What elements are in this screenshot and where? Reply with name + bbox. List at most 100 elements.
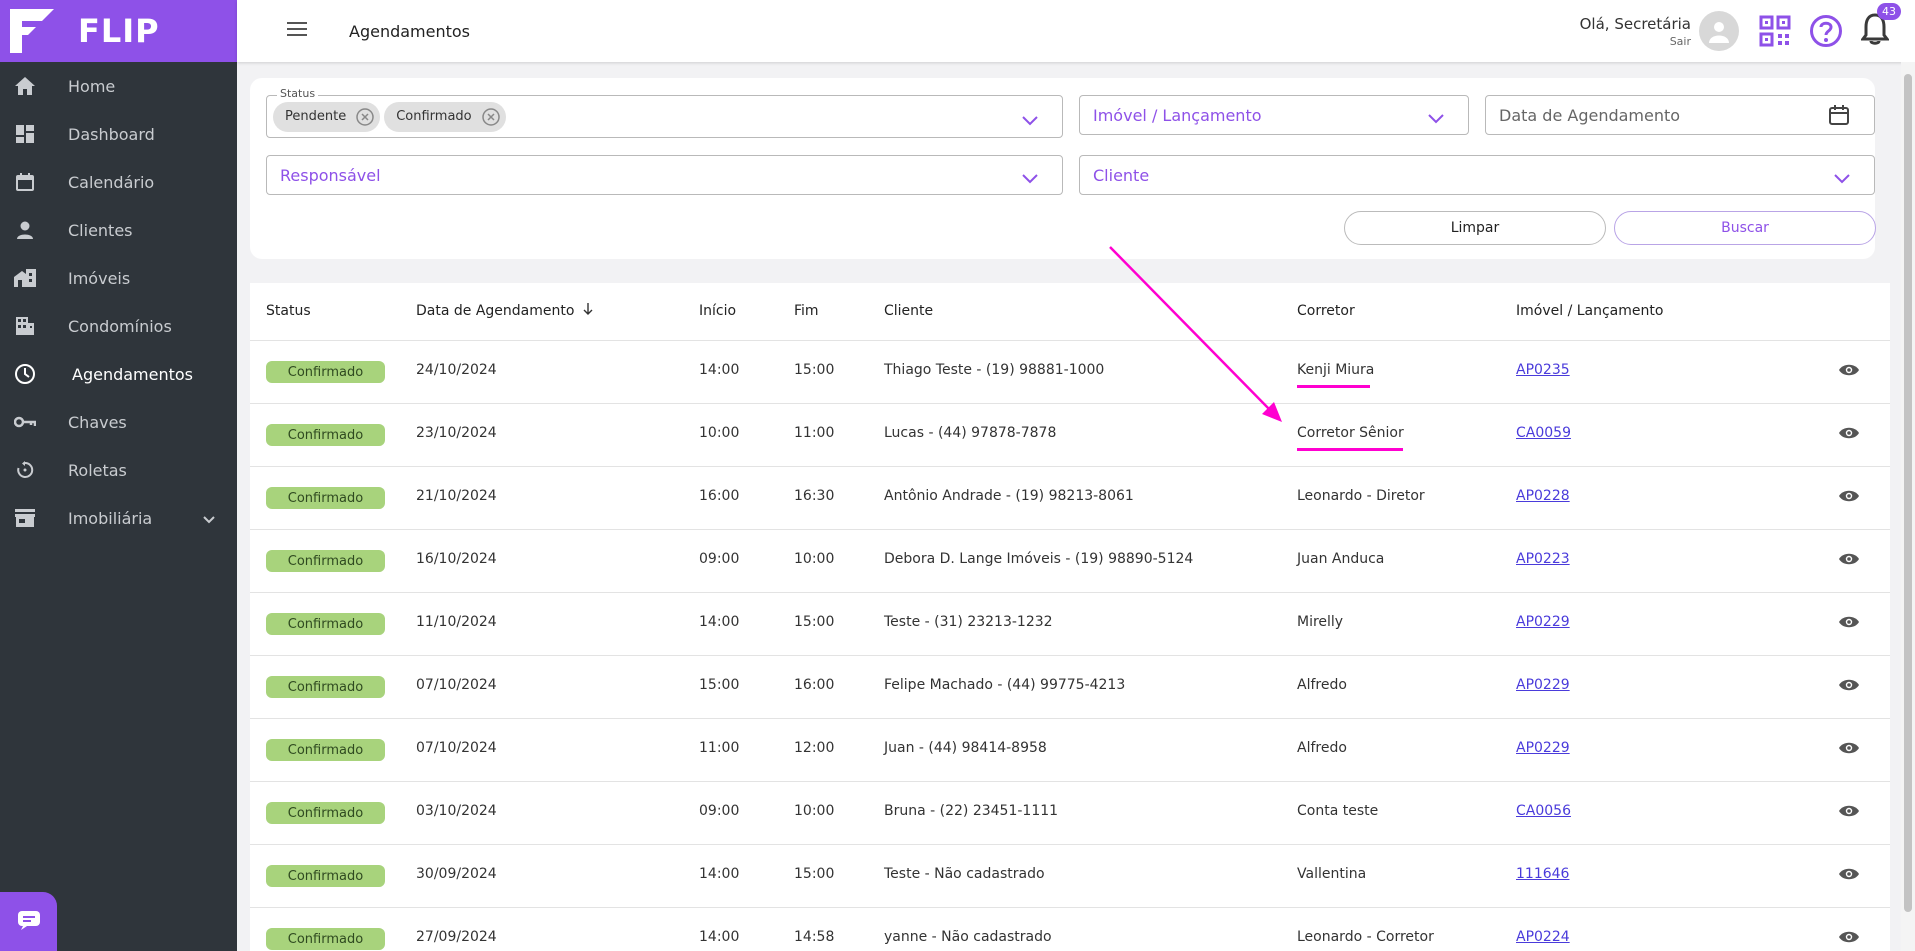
sidebar-item-clientes[interactable]: Clientes <box>0 206 237 254</box>
eye-icon[interactable] <box>1838 552 1860 570</box>
sidebar-item-label: Condomínios <box>68 316 172 336</box>
sidebar-item-imobiliaria[interactable]: Imobiliária <box>0 494 237 542</box>
scrollbar-thumb[interactable] <box>1904 74 1912 912</box>
close-icon[interactable] <box>481 107 500 126</box>
chevron-down-icon[interactable] <box>1022 169 1038 188</box>
cell-client: Teste - Não cadastrado <box>884 866 1045 882</box>
cell-start: 16:00 <box>699 488 740 504</box>
logout-link[interactable]: Sair <box>1580 35 1691 48</box>
key-icon <box>14 411 36 433</box>
eye-icon[interactable] <box>1838 489 1860 507</box>
status-badge: Confirmado <box>266 865 385 887</box>
sidebar-item-roletas[interactable]: Roletas <box>0 446 237 494</box>
cell-client: Juan - (44) 98414-8958 <box>884 740 1047 756</box>
search-button[interactable]: Buscar <box>1614 211 1876 245</box>
eye-icon[interactable] <box>1838 867 1860 885</box>
clear-button[interactable]: Limpar <box>1344 211 1606 245</box>
calendar-icon <box>14 171 36 193</box>
chevron-down-icon[interactable] <box>1428 109 1444 128</box>
cell-broker: Leonardo - Diretor <box>1297 488 1425 504</box>
cell-start: 10:00 <box>699 425 740 441</box>
sidebar-nav: Home Dashboard Calendário Clientes Imóve… <box>0 62 237 542</box>
sidebar-item-label: Calendário <box>68 172 155 192</box>
table-body: Confirmado 24/10/2024 14:00 15:00 Thiago Tes… <box>250 341 1890 951</box>
cell-client: Lucas - (44) 97878-7878 <box>884 425 1057 441</box>
cell-end: 15:00 <box>794 866 835 882</box>
status-multiselect[interactable]: Status Pendente Confirmado <box>266 87 1063 138</box>
column-property[interactable]: Imóvel / Lançamento <box>1516 303 1663 319</box>
property-link[interactable]: AP0229 <box>1516 614 1570 630</box>
eye-icon[interactable] <box>1838 930 1860 948</box>
notifications-button[interactable]: 43 <box>1860 3 1901 49</box>
imovel-select[interactable]: Imóvel / Lançamento <box>1079 95 1469 135</box>
property-link[interactable]: AP0224 <box>1516 929 1570 945</box>
property-link[interactable]: 111646 <box>1516 866 1569 882</box>
property-link[interactable]: AP0223 <box>1516 551 1570 567</box>
close-icon[interactable] <box>356 107 374 126</box>
cell-date: 23/10/2024 <box>416 425 497 441</box>
cell-end: 10:00 <box>794 803 835 819</box>
sidebar-item-agendamentos[interactable]: Agendamentos <box>0 350 237 398</box>
eye-icon[interactable] <box>1838 804 1860 822</box>
logo[interactable]: FLIP <box>0 0 237 62</box>
property-link[interactable]: CA0056 <box>1516 803 1571 819</box>
cell-date: 16/10/2024 <box>416 551 497 567</box>
responsavel-placeholder: Responsável <box>280 165 381 185</box>
cell-end: 10:00 <box>794 551 835 567</box>
sidebar-item-condominios[interactable]: Condomínios <box>0 302 237 350</box>
eye-icon[interactable] <box>1838 426 1860 444</box>
sidebar-item-home[interactable]: Home <box>0 62 237 110</box>
cell-date: 30/09/2024 <box>416 866 497 882</box>
cell-end: 11:00 <box>794 425 835 441</box>
property-link[interactable]: AP0235 <box>1516 362 1570 378</box>
cell-broker: Vallentina <box>1297 866 1367 882</box>
cell-start: 14:00 <box>699 614 740 630</box>
rotate-icon <box>14 459 36 481</box>
chevron-down-icon[interactable] <box>1022 111 1038 130</box>
eye-icon[interactable] <box>1838 678 1860 696</box>
eye-icon[interactable] <box>1838 615 1860 633</box>
property-link[interactable]: AP0228 <box>1516 488 1570 504</box>
scrollbar[interactable] <box>1901 62 1915 951</box>
date-input[interactable]: Data de Agendamento <box>1485 95 1875 135</box>
cell-broker: Juan Anduca <box>1297 551 1385 567</box>
column-end[interactable]: Fim <box>794 303 819 319</box>
cell-start: 14:00 <box>699 929 740 945</box>
qr-code-icon[interactable] <box>1759 15 1791 47</box>
chip-confirmado: Confirmado <box>384 101 506 132</box>
page-title: Agendamentos <box>349 21 471 41</box>
user-avatar-icon <box>1709 22 1729 43</box>
column-date[interactable]: Data de Agendamento <box>416 303 593 319</box>
sidebar-item-imoveis[interactable]: Imóveis <box>0 254 237 302</box>
cell-date: 03/10/2024 <box>416 803 497 819</box>
sidebar-item-chaves[interactable]: Chaves <box>0 398 237 446</box>
status-badge: Confirmado <box>266 361 385 383</box>
building-icon <box>14 267 36 289</box>
help-icon[interactable] <box>1809 14 1843 48</box>
column-status[interactable]: Status <box>266 303 311 319</box>
table-row: Confirmado 30/09/2024 14:00 15:00 Teste - Nã… <box>250 845 1890 908</box>
property-link[interactable]: CA0059 <box>1516 425 1571 441</box>
chevron-down-icon[interactable] <box>1834 169 1850 188</box>
status-badge: Confirmado <box>266 487 385 509</box>
avatar[interactable] <box>1699 11 1739 51</box>
column-broker[interactable]: Corretor <box>1297 303 1355 319</box>
eye-icon[interactable] <box>1838 741 1860 759</box>
eye-icon[interactable] <box>1838 363 1860 381</box>
property-link[interactable]: AP0229 <box>1516 740 1570 756</box>
cell-start: 15:00 <box>699 677 740 693</box>
cliente-select[interactable]: Cliente <box>1079 155 1875 195</box>
column-start[interactable]: Início <box>699 303 736 319</box>
cell-start: 09:00 <box>699 551 740 567</box>
menu-icon[interactable] <box>287 21 307 41</box>
property-link[interactable]: AP0229 <box>1516 677 1570 693</box>
calendar-icon[interactable] <box>1828 104 1850 130</box>
sidebar-item-calendario[interactable]: Calendário <box>0 158 237 206</box>
cell-start: 11:00 <box>699 740 740 756</box>
cell-broker: Alfredo <box>1297 740 1347 756</box>
chat-button[interactable] <box>0 892 57 951</box>
table-row: Confirmado 03/10/2024 09:00 10:00 Bruna - (2… <box>250 782 1890 845</box>
column-client[interactable]: Cliente <box>884 303 933 319</box>
sidebar-item-dashboard[interactable]: Dashboard <box>0 110 237 158</box>
responsavel-select[interactable]: Responsável <box>266 155 1063 195</box>
